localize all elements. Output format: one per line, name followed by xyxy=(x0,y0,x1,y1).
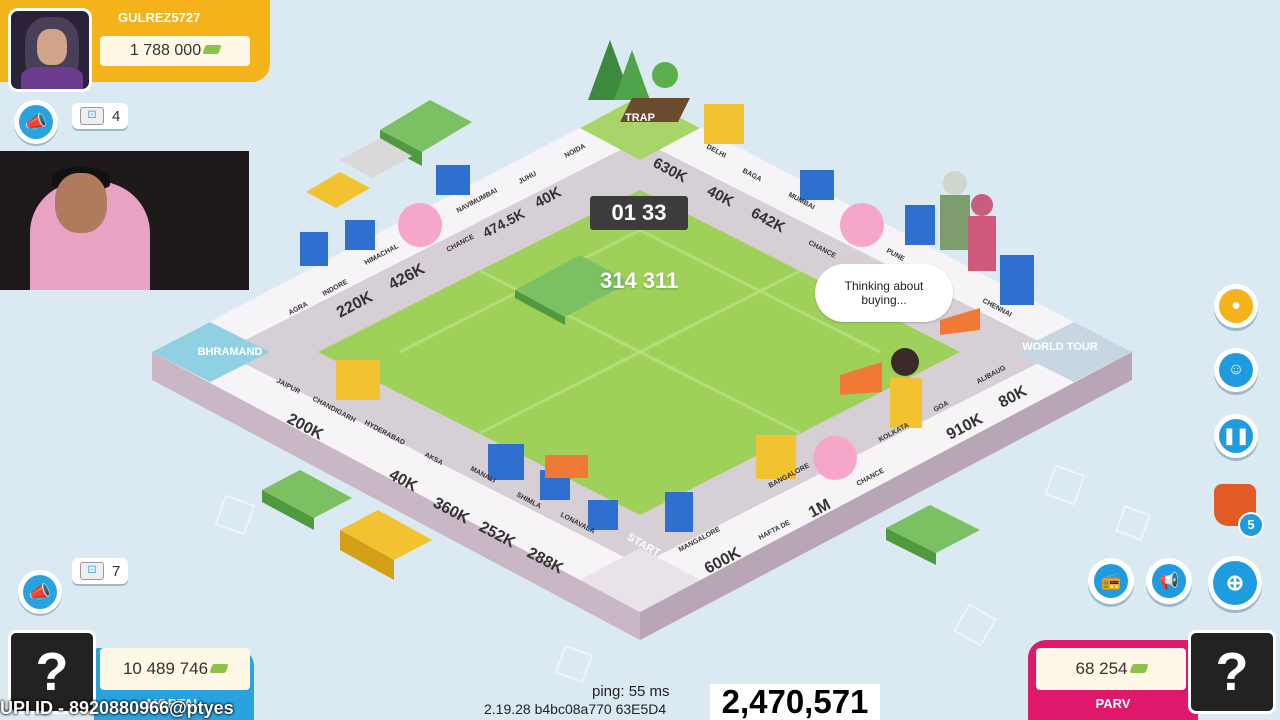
player-money-value: 10 489 746 xyxy=(122,659,209,678)
zoom-in-icon: ⊕ xyxy=(1213,561,1257,605)
team-chat-button[interactable]: 📢 xyxy=(1146,558,1192,604)
dice-counter: ⚀ 4 xyxy=(72,103,129,129)
player-name: PARV xyxy=(1028,694,1198,714)
corner-label-bhramand: BHRAMAND xyxy=(198,346,263,358)
pause-button[interactable]: ❚❚ xyxy=(1214,414,1258,458)
walkie-talkie-icon: 📻 xyxy=(1094,564,1128,598)
player-money-value: 68 254 xyxy=(1075,659,1128,678)
pause-icon: ❚❚ xyxy=(1219,419,1253,453)
chance-wheel-icon xyxy=(398,203,442,247)
dice-counter: ⚀ 7 xyxy=(72,558,129,584)
zoom-button[interactable]: ⊕ xyxy=(1208,556,1262,610)
corner-label-world-tour: WORLD TOUR xyxy=(1022,341,1098,353)
megaphone-button[interactable]: 📣 xyxy=(14,100,58,144)
webcam-overlay xyxy=(0,151,249,290)
cash-icon xyxy=(1128,664,1149,673)
cash-icon xyxy=(209,664,229,673)
cash-icon xyxy=(202,45,222,54)
chance-wheel-icon xyxy=(840,203,884,247)
overlay-counter: 2,470,571 xyxy=(710,684,880,720)
notification-badge: 5 xyxy=(1238,512,1264,538)
player-money-value: 1 788 000 xyxy=(129,42,202,59)
dice-count: 4 xyxy=(112,107,121,125)
megaphone-group-icon: 📢 xyxy=(1152,564,1186,598)
pot-amount: 314 311 xyxy=(600,268,679,293)
player-avatar[interactable] xyxy=(8,8,92,92)
coin-button[interactable]: ● xyxy=(1214,284,1258,328)
player-money: 10 489 746 xyxy=(100,648,250,690)
speech-bubble: Thinking about buying... xyxy=(815,264,953,322)
treasure-bucket-button[interactable]: 5 xyxy=(1210,478,1264,538)
player-money: 1 788 000 xyxy=(100,36,250,66)
version-text: 2.19.28 b4bc08a770 63E5D4 xyxy=(484,701,667,717)
player-panel-bottom-right: 68 254 PARV xyxy=(1028,640,1198,720)
ping-text: ping: 55 ms xyxy=(592,683,670,700)
megaphone-button[interactable]: 📣 xyxy=(18,570,62,614)
trap-trees xyxy=(588,40,690,122)
player-name: GULREZ5727 xyxy=(118,10,201,25)
dice-icon: ⚀ xyxy=(80,562,104,580)
turn-timer: 01 33 xyxy=(590,196,688,230)
megaphone-icon: 📣 xyxy=(19,105,53,139)
upi-overlay-text: UPI ID - 8920880966@ptyes xyxy=(0,698,234,718)
megaphone-icon: 📣 xyxy=(23,575,57,609)
dice-count: 7 xyxy=(112,562,121,580)
player-avatar-unknown[interactable]: ? xyxy=(1188,630,1276,714)
speech-text: Thinking about buying... xyxy=(844,279,924,307)
player-money: 68 254 xyxy=(1036,648,1186,690)
corner-label-trap: TRAP xyxy=(625,112,655,124)
walkie-talkie-button[interactable]: 📻 xyxy=(1088,558,1134,604)
smiley-icon: ☺ xyxy=(1219,353,1253,387)
game-board: TRAP BHRAMAND WORLD TOUR START AGRA 220K… xyxy=(152,40,1151,684)
dice-icon: ⚀ xyxy=(80,107,104,125)
chance-wheel-icon xyxy=(813,436,857,480)
emoji-button[interactable]: ☺ xyxy=(1214,348,1258,392)
coin-icon: ● xyxy=(1219,289,1253,323)
cash-stack-bottom-right xyxy=(886,505,980,565)
